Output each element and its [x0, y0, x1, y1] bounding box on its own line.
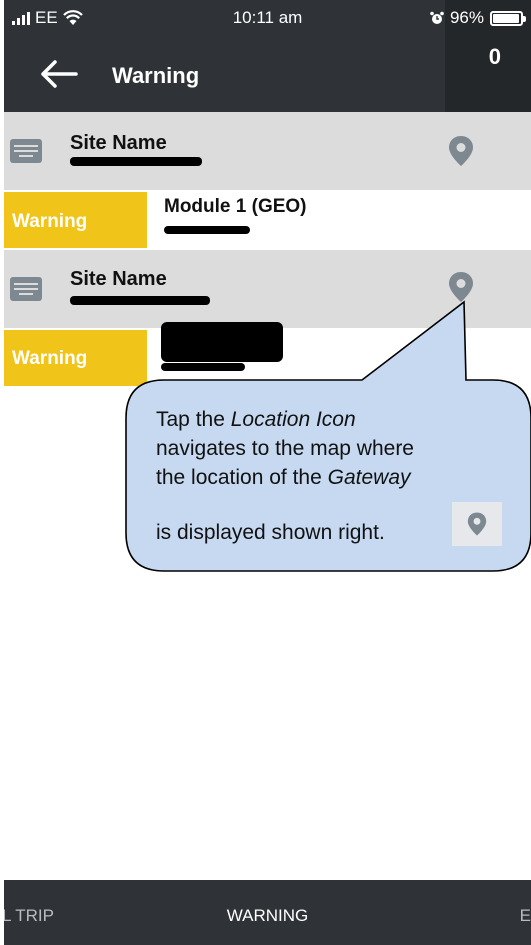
warning-tag-label: Warning — [12, 348, 88, 369]
mini-pin-box — [452, 502, 502, 546]
page-title: Warning — [112, 63, 200, 88]
site-row[interactable]: Site Name — [4, 250, 531, 328]
site-row[interactable]: Site Name — [4, 112, 531, 190]
tab-right-partial[interactable]: E — [520, 906, 531, 926]
status-bar: EE 10:11 am 96% — [4, 8, 531, 30]
redacted-module-id — [164, 226, 250, 234]
bottom-tab-bar: L TRIP WARNING E — [4, 880, 531, 945]
battery-icon — [490, 10, 526, 26]
status-right: 96% — [430, 8, 526, 28]
warning-tag-label: Warning — [12, 211, 88, 232]
location-pin-icon[interactable] — [444, 270, 478, 304]
tab-warning[interactable]: WARNING — [4, 906, 531, 926]
warning-count: 0 — [488, 44, 501, 69]
alarm-clock-icon — [430, 11, 444, 24]
keyboard-icon — [10, 139, 42, 163]
site-name-label: Site Name — [70, 132, 167, 154]
alert-row[interactable]: Warning Module 1 (GEO) — [4, 192, 531, 250]
callout-line-3: the location of the Gateway — [156, 466, 411, 489]
app-screen: EE 10:11 am 96% Warning 0 Site Name Warn… — [4, 0, 531, 945]
alert-row[interactable]: Warning — [4, 322, 531, 388]
redacted-module-name — [161, 322, 283, 362]
redacted-module-id — [161, 363, 245, 371]
callout-line-1: Tap the Location Icon — [156, 408, 356, 431]
location-pin-icon — [467, 512, 487, 536]
warning-tag: Warning — [4, 330, 147, 386]
location-pin-icon[interactable] — [444, 134, 478, 168]
callout-line-4: is displayed shown right. — [156, 521, 385, 544]
app-header: EE 10:11 am 96% Warning 0 — [4, 0, 531, 112]
callout-text: Tap the Location Icon navigates to the m… — [156, 405, 506, 492]
redacted-site-name — [70, 296, 210, 305]
battery-percent: 96% — [449, 8, 484, 27]
back-arrow-icon[interactable] — [38, 56, 78, 92]
warning-tag: Warning — [4, 192, 147, 248]
keyboard-icon — [10, 277, 42, 301]
module-name: Module 1 (GEO) — [164, 196, 307, 217]
redacted-site-name — [70, 157, 202, 166]
site-name-label: Site Name — [70, 268, 167, 290]
callout-line-2: navigates to the map where — [156, 437, 414, 460]
